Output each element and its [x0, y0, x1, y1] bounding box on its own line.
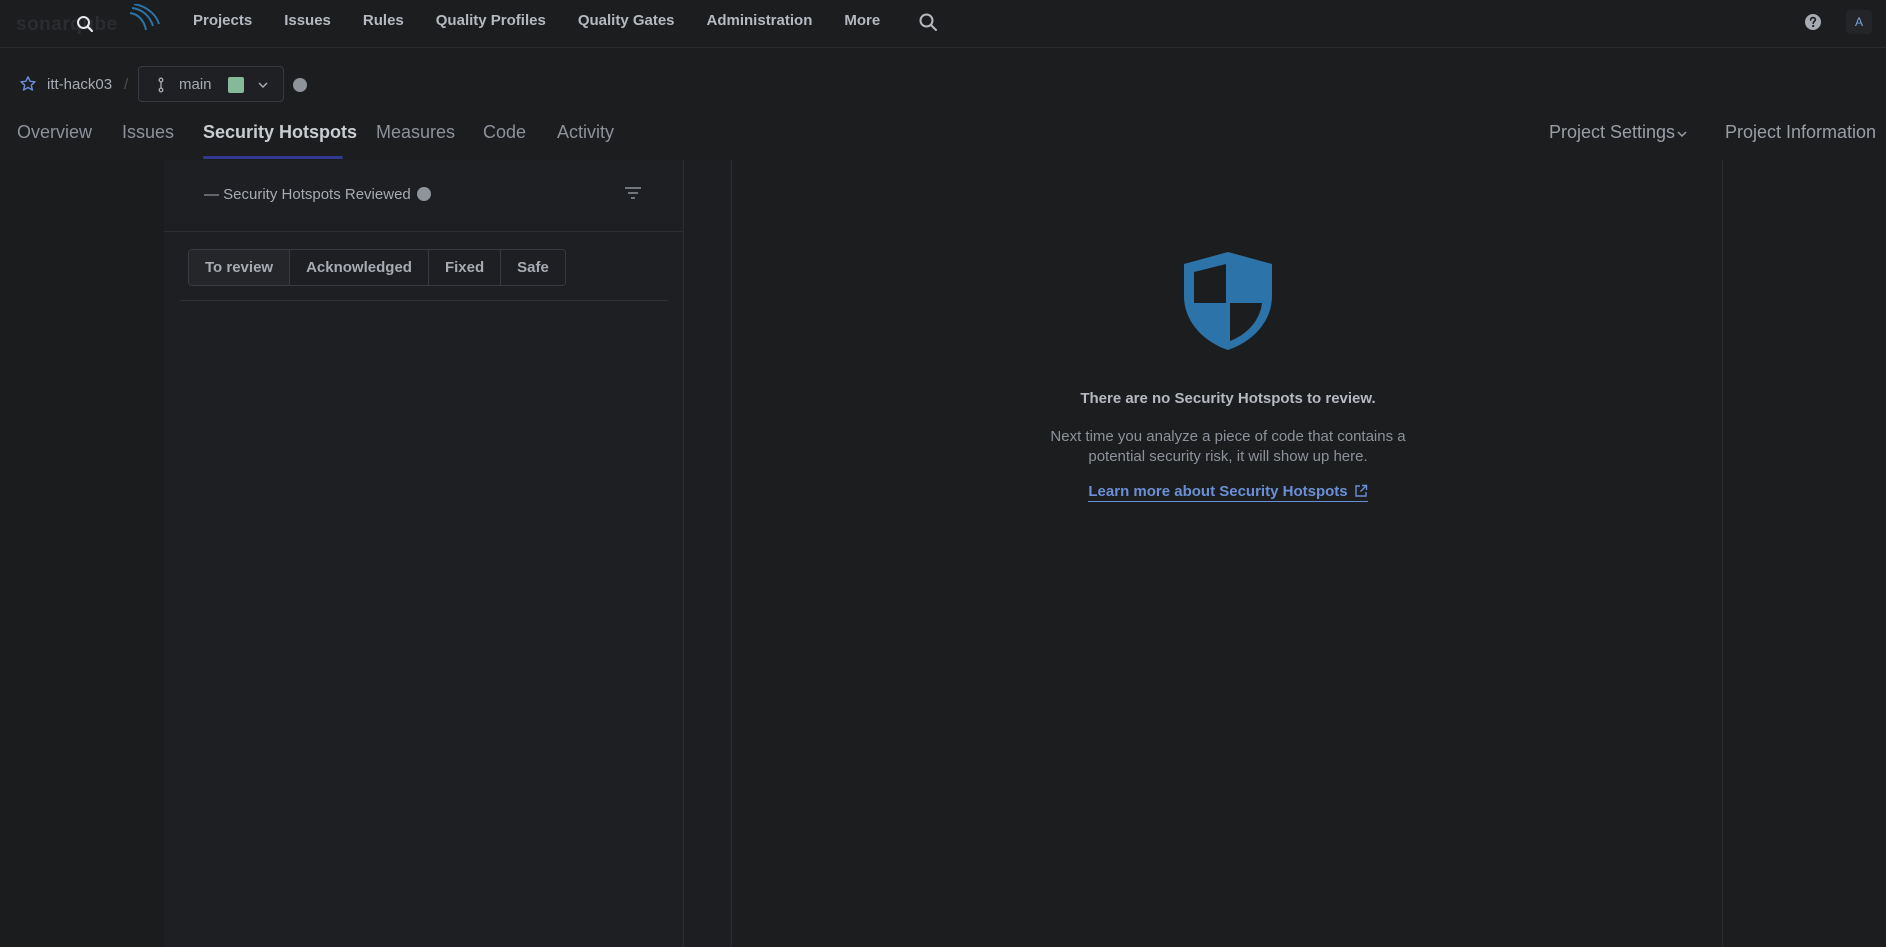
quality-gate-info-icon[interactable] [293, 78, 307, 92]
logo-waves-icon [129, 4, 160, 31]
nav-issues[interactable]: Issues [284, 12, 331, 29]
tab-overview[interactable]: Overview [17, 122, 92, 143]
empty-state-title: There are no Security Hotspots to review… [1080, 390, 1376, 407]
empty-state-description: Next time you analyze a piece of code th… [1050, 428, 1406, 465]
tab-security-hotspots[interactable]: Security Hotspots [203, 122, 357, 143]
hotspots-reviewed-summary: — Security Hotspots Reviewed [204, 186, 431, 203]
branch-quality-status [228, 77, 244, 93]
learn-more-link[interactable]: Learn more about Security Hotspots [1088, 483, 1368, 502]
hotspots-sidebar: — Security Hotspots Reviewed To review A… [164, 160, 684, 947]
hotspot-detail-pane: There are no Security Hotspots to review… [733, 160, 1723, 947]
learn-more-label: Learn more about Security Hotspots [1088, 483, 1348, 500]
logo-text: sonarqube [16, 14, 118, 35]
status-acknowledged-button[interactable]: Acknowledged [290, 250, 429, 285]
nav-projects[interactable]: Projects [193, 12, 252, 29]
active-tab-indicator [203, 156, 343, 159]
help-icon[interactable] [1804, 13, 1822, 31]
shield-icon [1184, 252, 1272, 350]
search-icon [77, 16, 94, 33]
project-tabs: Overview Issues Security Hotspots Measur… [0, 118, 1886, 160]
favorite-star-icon[interactable] [19, 75, 37, 93]
project-name-link[interactable]: itt-hack03 [47, 76, 112, 93]
nav-quality-gates[interactable]: Quality Gates [578, 12, 675, 29]
branch-name: main [179, 76, 212, 93]
avatar-initial: A [1854, 15, 1863, 29]
chevron-down-icon [258, 82, 268, 89]
branch-icon [158, 77, 164, 93]
left-margin [0, 160, 164, 947]
sonarqube-logo[interactable]: sonarqube [16, 4, 160, 40]
status-filter-toggle: To review Acknowledged Fixed Safe [188, 249, 566, 286]
divider [180, 300, 668, 301]
nav-rules[interactable]: Rules [363, 12, 404, 29]
right-margin [1724, 160, 1886, 947]
chevron-down-icon [1677, 131, 1687, 138]
empty-state: There are no Security Hotspots to review… [733, 250, 1723, 502]
nav-quality-profiles[interactable]: Quality Profiles [436, 12, 546, 29]
pane-gutter [684, 160, 732, 947]
breadcrumb-separator: / [124, 76, 129, 93]
main-nav: Projects Issues Rules Quality Profiles Q… [193, 0, 912, 40]
status-safe-button[interactable]: Safe [501, 250, 565, 285]
project-information-link[interactable]: Project Information [1725, 122, 1876, 143]
filter-icon[interactable] [624, 186, 642, 200]
status-to-review-button[interactable]: To review [189, 250, 291, 285]
nav-administration[interactable]: Administration [707, 12, 813, 29]
project-settings-menu[interactable]: Project Settings [1549, 122, 1675, 143]
divider [164, 231, 683, 232]
global-navbar: sonarqube Projects Issues Rules Quality … [0, 0, 1886, 48]
status-fixed-button[interactable]: Fixed [428, 250, 502, 285]
nav-more[interactable]: More [844, 12, 880, 29]
reviewed-label: — Security Hotspots Reviewed [204, 186, 411, 203]
tab-measures[interactable]: Measures [376, 122, 455, 143]
tab-code[interactable]: Code [483, 122, 526, 143]
user-avatar[interactable]: A [1846, 10, 1872, 34]
project-breadcrumb: itt-hack03 / main [0, 66, 600, 102]
external-link-icon [1354, 484, 1367, 497]
global-search-icon[interactable] [918, 12, 938, 32]
branch-selector[interactable]: main [138, 66, 284, 102]
help-tooltip-icon[interactable] [416, 187, 431, 201]
tab-activity[interactable]: Activity [557, 122, 614, 143]
tab-issues[interactable]: Issues [122, 122, 174, 143]
